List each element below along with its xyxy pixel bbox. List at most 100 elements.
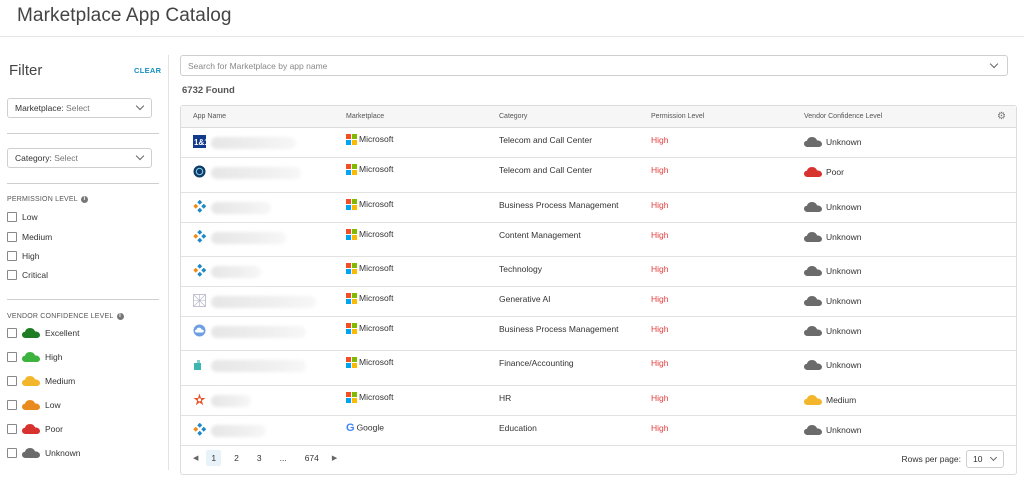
vendor-option-high[interactable]: High (7, 352, 62, 362)
vendor-option-label: High (45, 352, 63, 362)
cloud-icon (804, 232, 822, 242)
checkbox[interactable] (7, 212, 17, 222)
chevron-down-icon (135, 101, 145, 111)
page-button[interactable]: 3 (252, 450, 267, 466)
checkbox[interactable] (7, 251, 17, 261)
category-dropdown-value: Select (54, 153, 78, 163)
checkbox[interactable] (7, 270, 17, 280)
table-row[interactable]: Microsoft Generative AI High Unknown (181, 287, 1016, 317)
permission-option-critical[interactable]: Critical (7, 270, 48, 280)
column-header-category[interactable]: Category (499, 113, 527, 120)
marketplace-name: Microsoft (359, 164, 394, 174)
vendor-confidence-label: Unknown (826, 266, 862, 276)
checkbox[interactable] (7, 400, 17, 410)
microsoft-logo-icon (346, 134, 357, 146)
grid-logo-icon (193, 294, 206, 307)
permission-option-medium[interactable]: Medium (7, 232, 52, 242)
cloud-icon (804, 202, 822, 212)
marketplace-name: Google (356, 422, 384, 433)
vendor-option-low[interactable]: Low (7, 400, 61, 410)
apps-table: App Name Marketplace Category Permission… (180, 105, 1017, 475)
marketplace-cell: Microsoft (346, 357, 394, 369)
previous-page-icon[interactable]: ◀ (193, 454, 198, 462)
diamond-logo-icon (193, 199, 207, 213)
next-page-icon[interactable]: ▶ (332, 454, 337, 462)
vendor-confidence-label: Poor (826, 167, 844, 177)
vendor-option-excellent[interactable]: Excellent (7, 328, 80, 338)
divider (7, 133, 159, 134)
rows-per-page-select[interactable]: 10 (966, 450, 1004, 468)
diamond-logo-icon (193, 229, 207, 243)
vendor-option-label: Low (45, 400, 61, 410)
vendor-confidence-label: Medium (826, 395, 857, 405)
checkbox[interactable] (7, 232, 17, 242)
table-row[interactable]: Microsoft HR High Medium (181, 386, 1016, 416)
microsoft-logo-icon (346, 323, 357, 335)
redacted-app-name[interactable] (211, 202, 271, 214)
vendor-confidence-label: Unknown (826, 296, 862, 306)
table-row[interactable]: 1&1 Microsoft Telecom and Call Center High U… (181, 128, 1016, 158)
page-button[interactable]: 1 (206, 450, 222, 466)
vendor-option-medium[interactable]: Medium (7, 376, 75, 386)
column-header-marketplace[interactable]: Marketplace (346, 113, 384, 120)
marketplace-name: Microsoft (359, 134, 394, 144)
permission-option-low[interactable]: Low (7, 212, 38, 222)
redacted-app-name[interactable] (211, 425, 266, 437)
permission-option-high[interactable]: High (7, 251, 39, 261)
checkbox[interactable] (7, 328, 17, 338)
chevron-down-icon (135, 151, 145, 161)
table-row[interactable]: Microsoft Telecom and Call Center High Poor (181, 158, 1016, 193)
checkbox[interactable] (7, 448, 17, 458)
vendor-confidence-heading-text: VENDOR CONFIDENCE LEVEL (7, 313, 114, 320)
redacted-app-name[interactable] (211, 232, 286, 244)
microsoft-logo-icon (346, 199, 357, 211)
marketplace-name: Microsoft (359, 357, 394, 367)
column-header-vendor-confidence[interactable]: Vendor Confidence Level (804, 113, 882, 120)
permission-option-label: Medium (22, 232, 53, 242)
vendor-confidence-label: Unknown (826, 425, 862, 435)
redacted-app-name[interactable] (211, 326, 306, 338)
marketplace-dropdown[interactable]: Marketplace: Select (7, 98, 152, 118)
clear-filters-link[interactable]: CLEAR (134, 66, 161, 75)
checkbox[interactable] (7, 376, 17, 386)
gear-icon[interactable]: ⚙ (997, 111, 1006, 122)
1and1-logo-icon: 1&1 (193, 135, 209, 148)
category-cell: Technology (499, 264, 543, 274)
table-row[interactable]: Microsoft Business Process Management High… (181, 193, 1016, 223)
redacted-app-name[interactable] (211, 360, 306, 372)
table-row[interactable]: Microsoft Technology High Unknown (181, 257, 1016, 287)
redacted-app-name[interactable] (211, 395, 251, 407)
filter-divider (168, 55, 169, 470)
table-row[interactable]: Microsoft Finance/Accounting High Unknown (181, 351, 1016, 386)
page-button[interactable]: 2 (229, 450, 244, 466)
column-header-app-name[interactable]: App Name (193, 113, 226, 120)
vendor-confidence-cell: Unknown (804, 232, 861, 242)
redacted-app-name[interactable] (211, 266, 261, 278)
search-input[interactable]: Search for Marketplace by app name (180, 55, 1008, 76)
table-row[interactable]: Microsoft Business Process Management High… (181, 317, 1016, 351)
column-header-permission-level[interactable]: Permission Level (651, 113, 704, 120)
redacted-app-name[interactable] (211, 137, 296, 149)
microsoft-logo-icon (346, 357, 357, 369)
redacted-app-name[interactable] (211, 296, 316, 308)
marketplace-cell: Microsoft (346, 323, 393, 335)
checkbox[interactable] (7, 424, 17, 434)
vendor-confidence-cell: Poor (804, 167, 844, 177)
category-dropdown[interactable]: Category: Select (7, 148, 152, 168)
table-row[interactable]: Microsoft Content Management High Unknown (181, 223, 1016, 257)
info-icon[interactable]: i (116, 313, 124, 320)
permission-level-heading-text: PERMISSION LEVEL (7, 196, 78, 203)
table-row[interactable]: G Google Education High Unknown (181, 416, 1016, 446)
vendor-confidence-cell: Unknown (804, 266, 861, 276)
checkbox[interactable] (7, 352, 17, 362)
cloud-icon (22, 376, 40, 386)
marketplace-cell: Microsoft (346, 229, 393, 241)
vendor-option-poor[interactable]: Poor (7, 424, 63, 434)
info-icon[interactable]: i (80, 196, 88, 203)
category-cell: Finance/Accounting (499, 358, 574, 368)
page-button[interactable]: 674 (300, 450, 324, 466)
vendor-option-unknown[interactable]: Unknown (7, 448, 80, 458)
teal-logo-icon (193, 358, 206, 371)
permission-level-cell: High (651, 324, 669, 334)
redacted-app-name[interactable] (211, 167, 301, 179)
